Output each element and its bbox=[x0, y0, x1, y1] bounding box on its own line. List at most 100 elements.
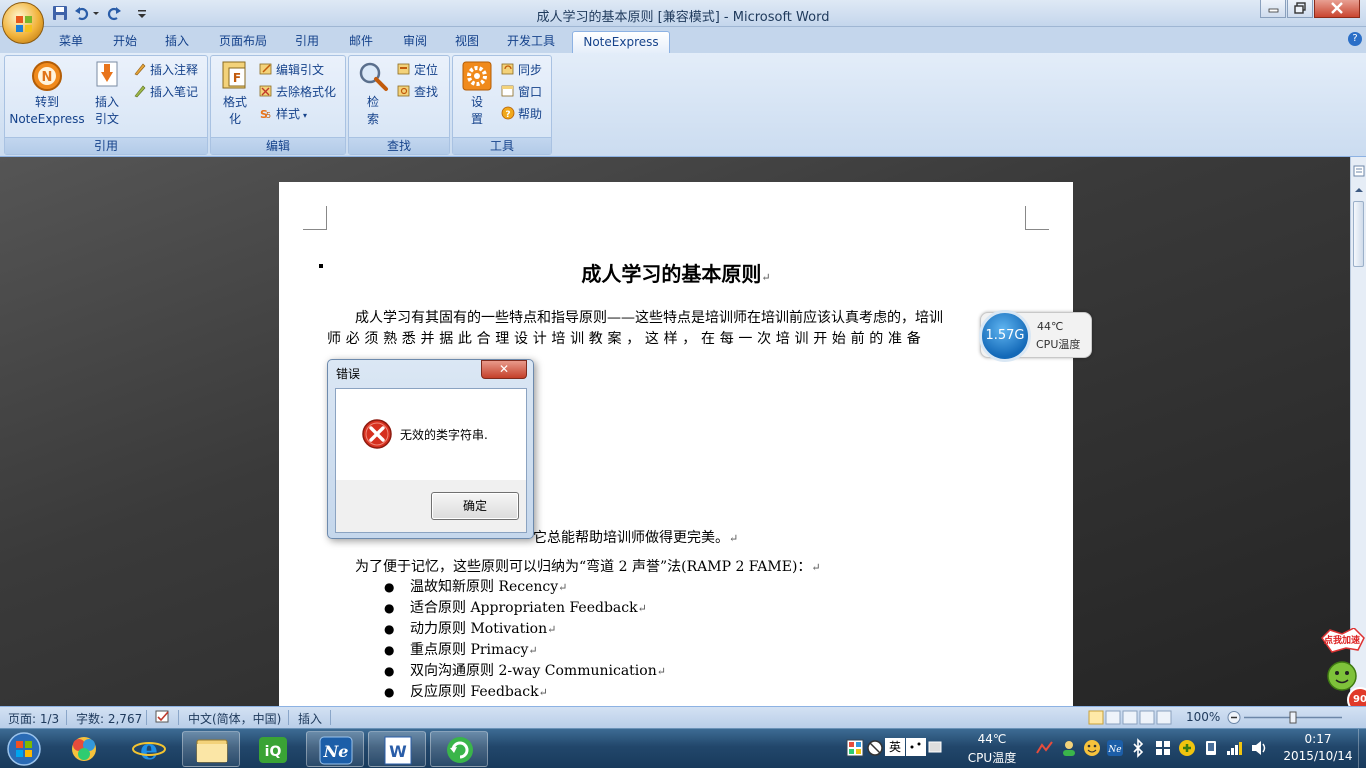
format-button[interactable]: F 格式 化 bbox=[215, 60, 255, 128]
tray-app-icon[interactable]: Ne bbox=[1106, 739, 1124, 757]
zoom-level[interactable]: 100% bbox=[1186, 710, 1220, 724]
show-desktop-button[interactable] bbox=[1358, 729, 1366, 768]
insert-memo-button[interactable]: 插入笔记 bbox=[133, 82, 198, 102]
tab-insert[interactable]: 插入 bbox=[154, 31, 200, 53]
sync-button[interactable]: 同步 bbox=[501, 60, 542, 80]
minimize-button[interactable] bbox=[1260, 0, 1286, 18]
help-icon[interactable]: ? bbox=[1348, 32, 1362, 46]
zoom-slider[interactable] bbox=[1226, 710, 1350, 725]
tab-references[interactable]: 引用 bbox=[284, 31, 330, 53]
cpu-temp-label: CPU温度 bbox=[1036, 338, 1081, 351]
tab-view[interactable]: 视图 bbox=[444, 31, 490, 53]
settings-label-1: 设 bbox=[470, 95, 483, 109]
list-item: 适合原则 Appropriaten Feedback↵ bbox=[384, 598, 666, 619]
bluetooth-icon[interactable] bbox=[1130, 738, 1146, 758]
tray-smiley-icon[interactable] bbox=[1083, 739, 1101, 757]
taskbar-app-360[interactable] bbox=[430, 731, 488, 767]
tab-page-layout[interactable]: 页面布局 bbox=[210, 31, 276, 53]
view-buttons-icon[interactable] bbox=[1088, 710, 1174, 725]
start-button-icon[interactable] bbox=[4, 731, 44, 767]
tab-mailings[interactable]: 邮件 bbox=[338, 31, 384, 53]
ok-button[interactable]: 确定 bbox=[431, 492, 519, 520]
vertical-scrollbar[interactable] bbox=[1350, 157, 1366, 706]
edit-citation-button[interactable]: 编辑引文 bbox=[259, 60, 324, 80]
scroll-thumb[interactable] bbox=[1353, 201, 1364, 267]
dialog-footer: 确定 bbox=[336, 480, 526, 532]
title-bar: 成人学习的基本原则 [兼容模式] - Microsoft Word bbox=[0, 0, 1366, 44]
ribbon: N 转到 NoteExpress 插入 引文 插入注释 插入笔记 引用 F 格式… bbox=[0, 53, 1366, 157]
edit-citation-label: 编辑引文 bbox=[276, 63, 325, 77]
window-button[interactable]: 窗口 bbox=[501, 82, 542, 102]
group-tools-label: 工具 bbox=[453, 137, 551, 154]
language[interactable]: 中文(简体，中国) bbox=[188, 710, 281, 727]
scroll-up-icon[interactable] bbox=[1354, 185, 1364, 195]
remove-format-button[interactable]: 去除格式化 bbox=[259, 82, 336, 102]
document-area[interactable]: 成人学习的基本原则↵ 成人学习有其固有的一些特点和指导原则——这些特点是培训师在… bbox=[0, 157, 1350, 706]
ime-keyboard-icon[interactable] bbox=[928, 739, 942, 757]
list-item: 温故知新原则 Recency↵ bbox=[384, 577, 666, 598]
cpu-temperature-widget[interactable]: 1.57G 44℃ CPU温度 bbox=[979, 310, 1092, 362]
windows-flag-icon[interactable] bbox=[1154, 739, 1172, 757]
page-count[interactable]: 页面: 1/3 bbox=[8, 710, 59, 727]
volume-icon[interactable] bbox=[1250, 739, 1268, 757]
list-item: 重点原则 Primacy↵ bbox=[384, 640, 666, 661]
taskbar-app-explorer[interactable] bbox=[182, 731, 240, 767]
locate-button[interactable]: 定位 bbox=[397, 60, 438, 80]
group-cite-label: 引用 bbox=[5, 137, 207, 154]
help-button[interactable]: ? 帮助 bbox=[501, 104, 542, 124]
tab-menu[interactable]: 菜单 bbox=[48, 31, 94, 53]
find-button[interactable]: 查找 bbox=[397, 82, 438, 102]
taskbar-app-word[interactable]: W bbox=[368, 731, 426, 767]
security-icon[interactable] bbox=[1178, 739, 1196, 757]
insert-note-button[interactable]: 插入注释 bbox=[133, 60, 198, 80]
style-button[interactable]: S 5 样式 ▾ bbox=[259, 104, 307, 124]
find-icon bbox=[397, 85, 410, 97]
no-entry-icon[interactable] bbox=[866, 739, 884, 757]
ime-toolbar-icon[interactable] bbox=[846, 739, 864, 757]
format-icon: F bbox=[222, 61, 246, 89]
insert-mode[interactable]: 插入 bbox=[298, 710, 322, 727]
sync-label: 同步 bbox=[518, 63, 543, 77]
restore-button[interactable] bbox=[1287, 0, 1313, 18]
taskbar-app-ie[interactable]: e bbox=[120, 731, 178, 767]
insert-citation-icon bbox=[96, 61, 118, 87]
paragraph-2: 为了便于记忆，这些原则可以归纳为“弯道 2 声誉”法(RAMP 2 FAME)：… bbox=[355, 559, 821, 575]
ribbon-tab-bar: 菜单 开始 插入 页面布局 引用 邮件 审阅 视图 开发工具 NoteExpre… bbox=[0, 27, 1366, 53]
restore-icon bbox=[1294, 2, 1306, 14]
office-button[interactable] bbox=[2, 2, 44, 44]
close-button[interactable] bbox=[1314, 0, 1360, 18]
window-icon bbox=[501, 85, 514, 97]
dialog-close-button[interactable]: ✕ bbox=[481, 360, 527, 379]
svg-text:N: N bbox=[42, 70, 53, 85]
ime-language[interactable]: 英 bbox=[885, 738, 905, 756]
taskbar-app-photos[interactable] bbox=[55, 731, 113, 767]
tab-developer[interactable]: 开发工具 bbox=[498, 31, 564, 53]
goto-noteexpress-button[interactable]: N 转到 NoteExpress bbox=[7, 60, 87, 128]
status-divider bbox=[146, 710, 147, 725]
search-button[interactable]: 检 索 bbox=[353, 60, 393, 128]
svg-text:iQ: iQ bbox=[265, 744, 282, 760]
ime-punctuation-icon[interactable] bbox=[906, 738, 926, 756]
clock-date[interactable]: 2015/10/14 bbox=[1278, 749, 1358, 763]
style-label: 样式 bbox=[276, 107, 301, 121]
tab-review[interactable]: 审阅 bbox=[392, 31, 438, 53]
clock-time[interactable]: 0:17 bbox=[1290, 732, 1346, 746]
taskbar-app-iqiyi[interactable]: iQ bbox=[244, 731, 302, 767]
tab-home[interactable]: 开始 bbox=[102, 31, 148, 53]
settings-button[interactable]: 设 置 bbox=[457, 60, 497, 128]
insert-citation-button[interactable]: 插入 引文 bbox=[89, 60, 125, 128]
device-icon[interactable] bbox=[1202, 739, 1220, 757]
speed-up-widget[interactable]: 点我加速 90 bbox=[1320, 627, 1366, 713]
pinwheel-icon bbox=[72, 737, 96, 761]
speed-up-value: 90 bbox=[1353, 694, 1366, 705]
word-count[interactable]: 字数: 2,767 bbox=[76, 710, 142, 727]
help-label: 帮助 bbox=[518, 107, 543, 121]
ruler-toggle-icon[interactable] bbox=[1353, 165, 1365, 177]
proofing-icon[interactable] bbox=[154, 710, 172, 725]
error-dialog: 错误 ✕ 无效的类字符串. 确定 bbox=[327, 359, 534, 539]
taskbar-app-noteexpress[interactable]: Ne bbox=[306, 731, 364, 767]
network-signal-icon[interactable] bbox=[1226, 739, 1244, 757]
tab-noteexpress[interactable]: NoteExpress bbox=[572, 31, 670, 53]
tray-users-icon[interactable] bbox=[1060, 739, 1078, 757]
tray-network-monitor-icon[interactable] bbox=[1036, 739, 1054, 757]
